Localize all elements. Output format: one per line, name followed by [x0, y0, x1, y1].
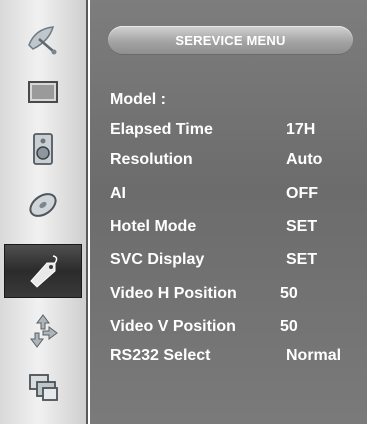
row-label: Model : [110, 91, 166, 108]
tag-icon [30, 255, 58, 288]
service-menu-panel: SEREVICE MENU Model : Elapsed Time 17H R… [90, 0, 367, 424]
menu-row-model[interactable]: Model : [110, 91, 360, 113]
speaker-icon [33, 133, 53, 165]
sidebar-item-satellite[interactable] [4, 12, 82, 66]
row-value: Normal [286, 347, 342, 364]
menu-row-resolution[interactable]: Resolution Auto [110, 151, 360, 173]
row-value: OFF [286, 185, 318, 202]
row-value: SET [286, 218, 318, 235]
satellite-dish-icon [28, 26, 57, 55]
arrows-icon [30, 314, 58, 348]
menu-row-rs232-select[interactable]: RS232 Select Normal [110, 347, 360, 369]
row-label: SVC Display [110, 251, 205, 268]
row-label: Video V Position [110, 318, 236, 335]
row-label: Video H Position [110, 285, 237, 302]
row-label: Hotel Mode [110, 218, 197, 235]
disc-icon [29, 193, 57, 217]
row-label: RS232 Select [110, 347, 211, 364]
sidebar-item-disc[interactable] [4, 178, 82, 232]
menu-row-elapsed-time[interactable]: Elapsed Time 17H [110, 121, 360, 143]
row-label: Elapsed Time [110, 121, 213, 138]
menu-row-video-v-position[interactable]: Video V Position 50 [110, 318, 360, 340]
row-value: 17H [286, 121, 316, 138]
sidebar [0, 0, 88, 424]
menu-row-video-h-position[interactable]: Video H Position 50 [110, 285, 360, 307]
row-value: Auto [286, 151, 323, 168]
row-label: Resolution [110, 151, 193, 168]
row-value: 50 [280, 318, 298, 335]
windows-icon [29, 374, 58, 401]
menu-row-ai[interactable]: AI OFF [110, 185, 360, 207]
sidebar-item-windows[interactable] [4, 360, 82, 414]
sidebar-item-arrows[interactable] [4, 304, 82, 358]
row-value: SET [286, 251, 318, 268]
row-label: AI [110, 185, 126, 202]
sidebar-item-speaker[interactable] [4, 122, 82, 176]
menu-row-hotel-mode[interactable]: Hotel Mode SET [110, 218, 360, 240]
sidebar-item-screen[interactable] [4, 66, 82, 120]
screen-icon [28, 81, 58, 103]
menu-title: SEREVICE MENU [108, 26, 353, 55]
row-value: 50 [280, 285, 298, 302]
sidebar-item-tag[interactable] [4, 244, 82, 298]
menu-row-svc-display[interactable]: SVC Display SET [110, 251, 360, 273]
